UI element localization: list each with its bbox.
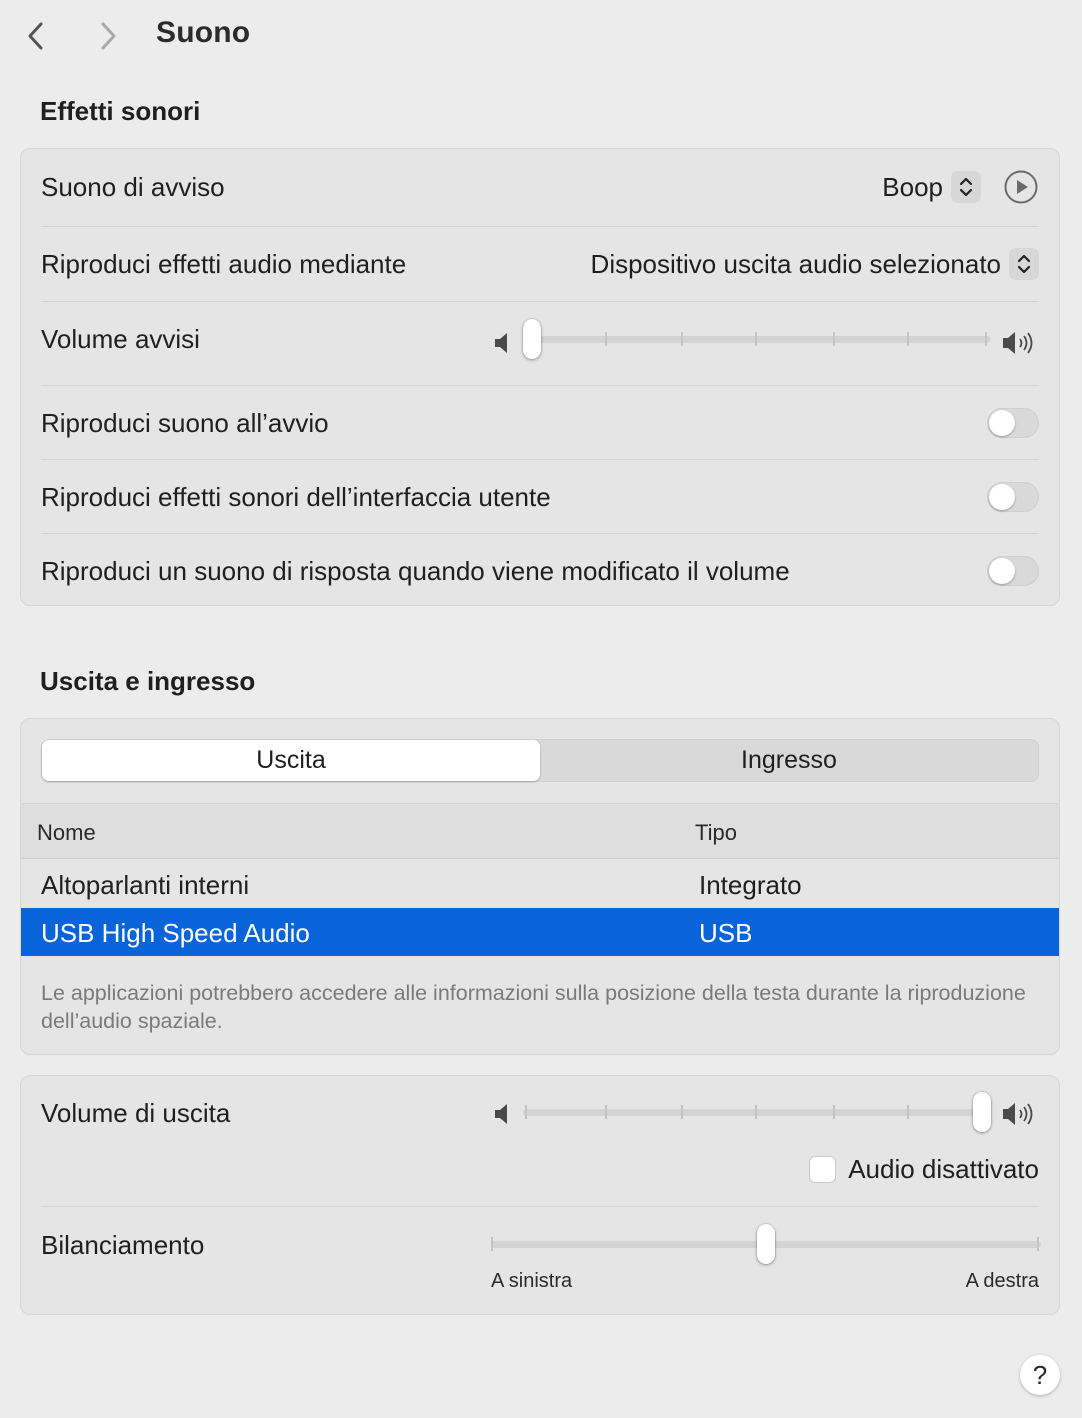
output-input-segmented-control: Uscita Ingresso [41,739,1039,782]
device-name: Altoparlanti interni [41,870,250,900]
balance-left-label: A sinistra [491,1270,573,1292]
toolbar: Suono [0,0,1082,72]
up-down-chevron-icon [1009,248,1039,280]
column-header-type[interactable]: Tipo [695,820,737,846]
slider-tick [491,1237,493,1251]
slider-knob[interactable] [973,1092,991,1132]
device-name: USB High Speed Audio [41,918,310,948]
tab-output[interactable]: Uscita [42,740,540,781]
slider-tick [907,332,909,346]
play-through-value: Dispositivo uscita audio selezionato [590,248,1001,279]
play-through-row: Riproduci effetti audio mediante Disposi… [41,227,1039,301]
ui-sounds-toggle[interactable] [987,482,1039,512]
play-circle-icon [1004,170,1038,204]
slider-tick [605,332,607,346]
table-row[interactable]: USB High Speed Audio USB [21,908,1059,956]
device-type: Integrato [699,870,802,900]
ui-sounds-label: Riproduci effetti sonori dell’interfacci… [41,481,551,512]
slider-knob[interactable] [757,1224,775,1264]
slider-tick [833,332,835,346]
ui-sounds-row: Riproduci effetti sonori dell’interfacci… [41,460,1039,534]
slider-tick [1037,1237,1039,1251]
sound-effects-card: Suono di avviso Boop Riproduci effetti a… [20,148,1060,606]
divider [41,1206,1039,1207]
speaker-low-icon [495,1104,507,1124]
balance-label: Bilanciamento [41,1230,205,1260]
device-table-header: Nome Tipo [21,803,1059,859]
slider-tick [755,332,757,346]
spatial-audio-footnote: Le applicazioni potrebbero accedere alle… [41,981,1026,1033]
speaker-high-icon [1003,1103,1033,1125]
speaker-low-icon [495,333,507,353]
slider-tick [907,1105,909,1119]
column-header-name[interactable]: Nome [37,820,96,846]
slider-tick [681,332,683,346]
alert-sound-row: Suono di avviso Boop [41,149,1039,225]
alert-volume-label: Volume avvisi [41,324,200,354]
slider-tick [605,1105,607,1119]
startup-sound-row: Riproduci suono all’avvio [41,386,1039,460]
startup-sound-label: Riproduci suono all’avvio [41,407,329,438]
balance-slider[interactable] [491,1224,1041,1264]
back-button[interactable] [18,16,54,56]
sound-settings-pane: Suono Effetti sonori Suono di avviso Boo… [0,0,1082,1418]
alert-volume-slider[interactable] [523,319,991,359]
alert-sound-popup[interactable]: Boop [882,171,981,203]
output-input-card: Uscita Ingresso Nome Tipo Altoparlanti i… [20,718,1060,1055]
tab-input[interactable]: Ingresso [540,740,1038,781]
speaker-high-icon [1003,332,1033,354]
play-alert-button[interactable] [1003,169,1039,205]
volume-feedback-row: Riproduci un suono di risposta quando vi… [41,534,1039,608]
help-button[interactable]: ? [1020,1355,1060,1395]
play-through-popup[interactable]: Dispositivo uscita audio selezionato [591,248,1039,280]
volume-feedback-label: Riproduci un suono di risposta quando vi… [41,555,790,586]
slider-tick [985,332,987,346]
up-down-chevron-icon [951,171,981,203]
slider-tick [681,1105,683,1119]
alert-sound-label: Suono di avviso [41,171,225,202]
balance-right-label: A destra [965,1270,1039,1292]
device-type: USB [699,918,753,948]
section-heading-sound-effects: Effetti sonori [40,96,201,126]
section-heading-output-input: Uscita e ingresso [40,666,256,696]
mute-label[interactable]: Audio disattivato [848,1154,1039,1185]
slider-tick [833,1105,835,1119]
output-volume-slider[interactable] [523,1092,991,1132]
volume-feedback-toggle[interactable] [987,556,1039,586]
slider-tick [755,1105,757,1119]
mute-checkbox[interactable] [809,1156,837,1183]
startup-sound-toggle[interactable] [987,408,1039,438]
slider-knob[interactable] [523,319,541,359]
slider-track [523,336,991,343]
output-volume-label: Volume di uscita [41,1098,231,1128]
table-row[interactable]: Altoparlanti interni Integrato [21,860,1059,908]
slider-track [523,1109,991,1116]
mute-control: Audio disattivato [809,1154,1039,1185]
play-through-label: Riproduci effetti audio mediante [41,248,407,279]
alert-sound-value: Boop [882,171,943,202]
page-title: Suono [156,16,251,49]
chevron-left-icon [28,22,43,50]
output-volume-card: Volume di uscita Audio disattivato Bilan… [20,1075,1060,1315]
chevron-right-icon [101,22,116,50]
slider-tick [525,1105,527,1119]
forward-button[interactable] [90,16,126,56]
